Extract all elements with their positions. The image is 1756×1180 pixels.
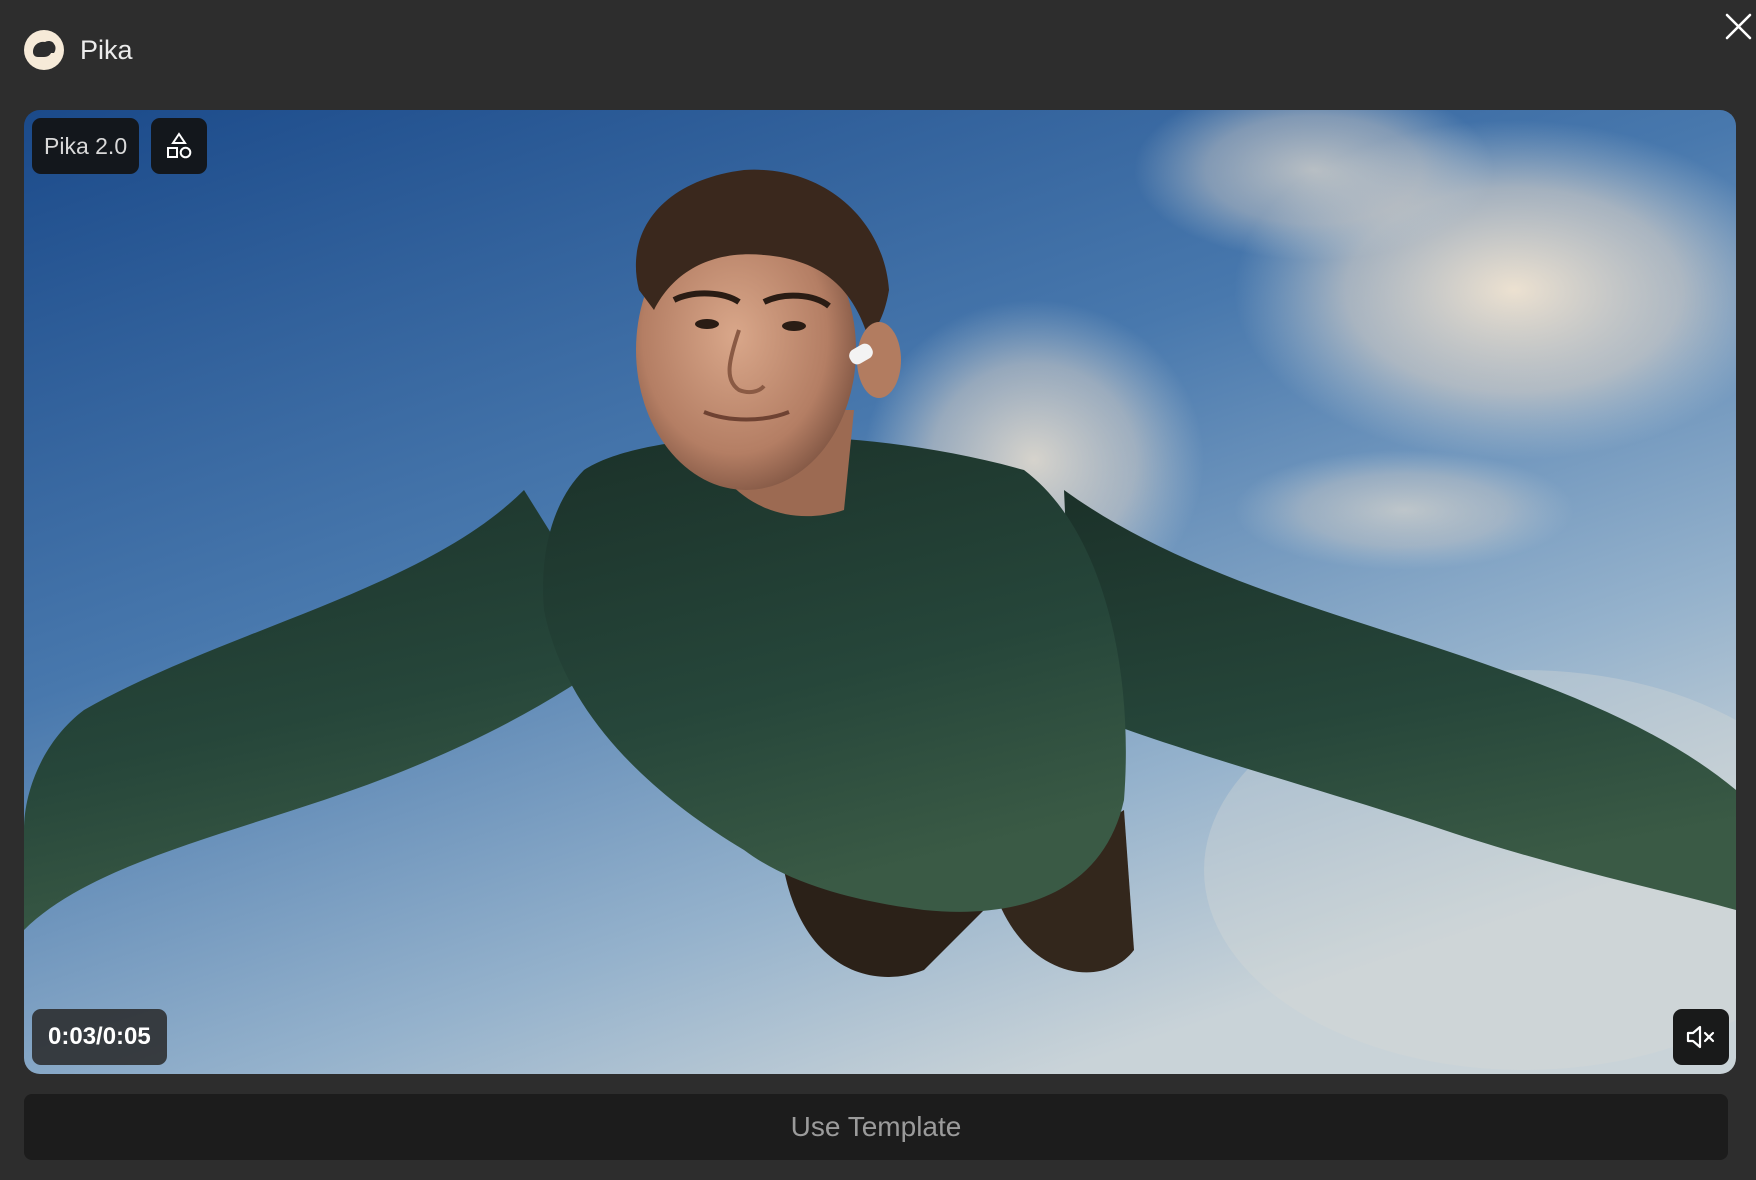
video-frame-image [24, 110, 1736, 1074]
pika-template-modal: Pika Pika 2.0 0:03/0:05 Use Template [0, 0, 1756, 1180]
video-timecode: 0:03/0:05 [32, 1009, 167, 1065]
video-preview[interactable]: Pika 2.0 0:03/0:05 [24, 110, 1736, 1074]
shapes-icon[interactable] [151, 118, 207, 174]
use-template-button[interactable]: Use Template [24, 1094, 1728, 1160]
close-icon[interactable] [1722, 10, 1756, 44]
pika-logo-icon [24, 30, 64, 70]
speaker-muted-icon[interactable] [1673, 1009, 1729, 1065]
model-version-badge: Pika 2.0 [32, 118, 140, 174]
app-title: Pika [80, 35, 133, 65]
